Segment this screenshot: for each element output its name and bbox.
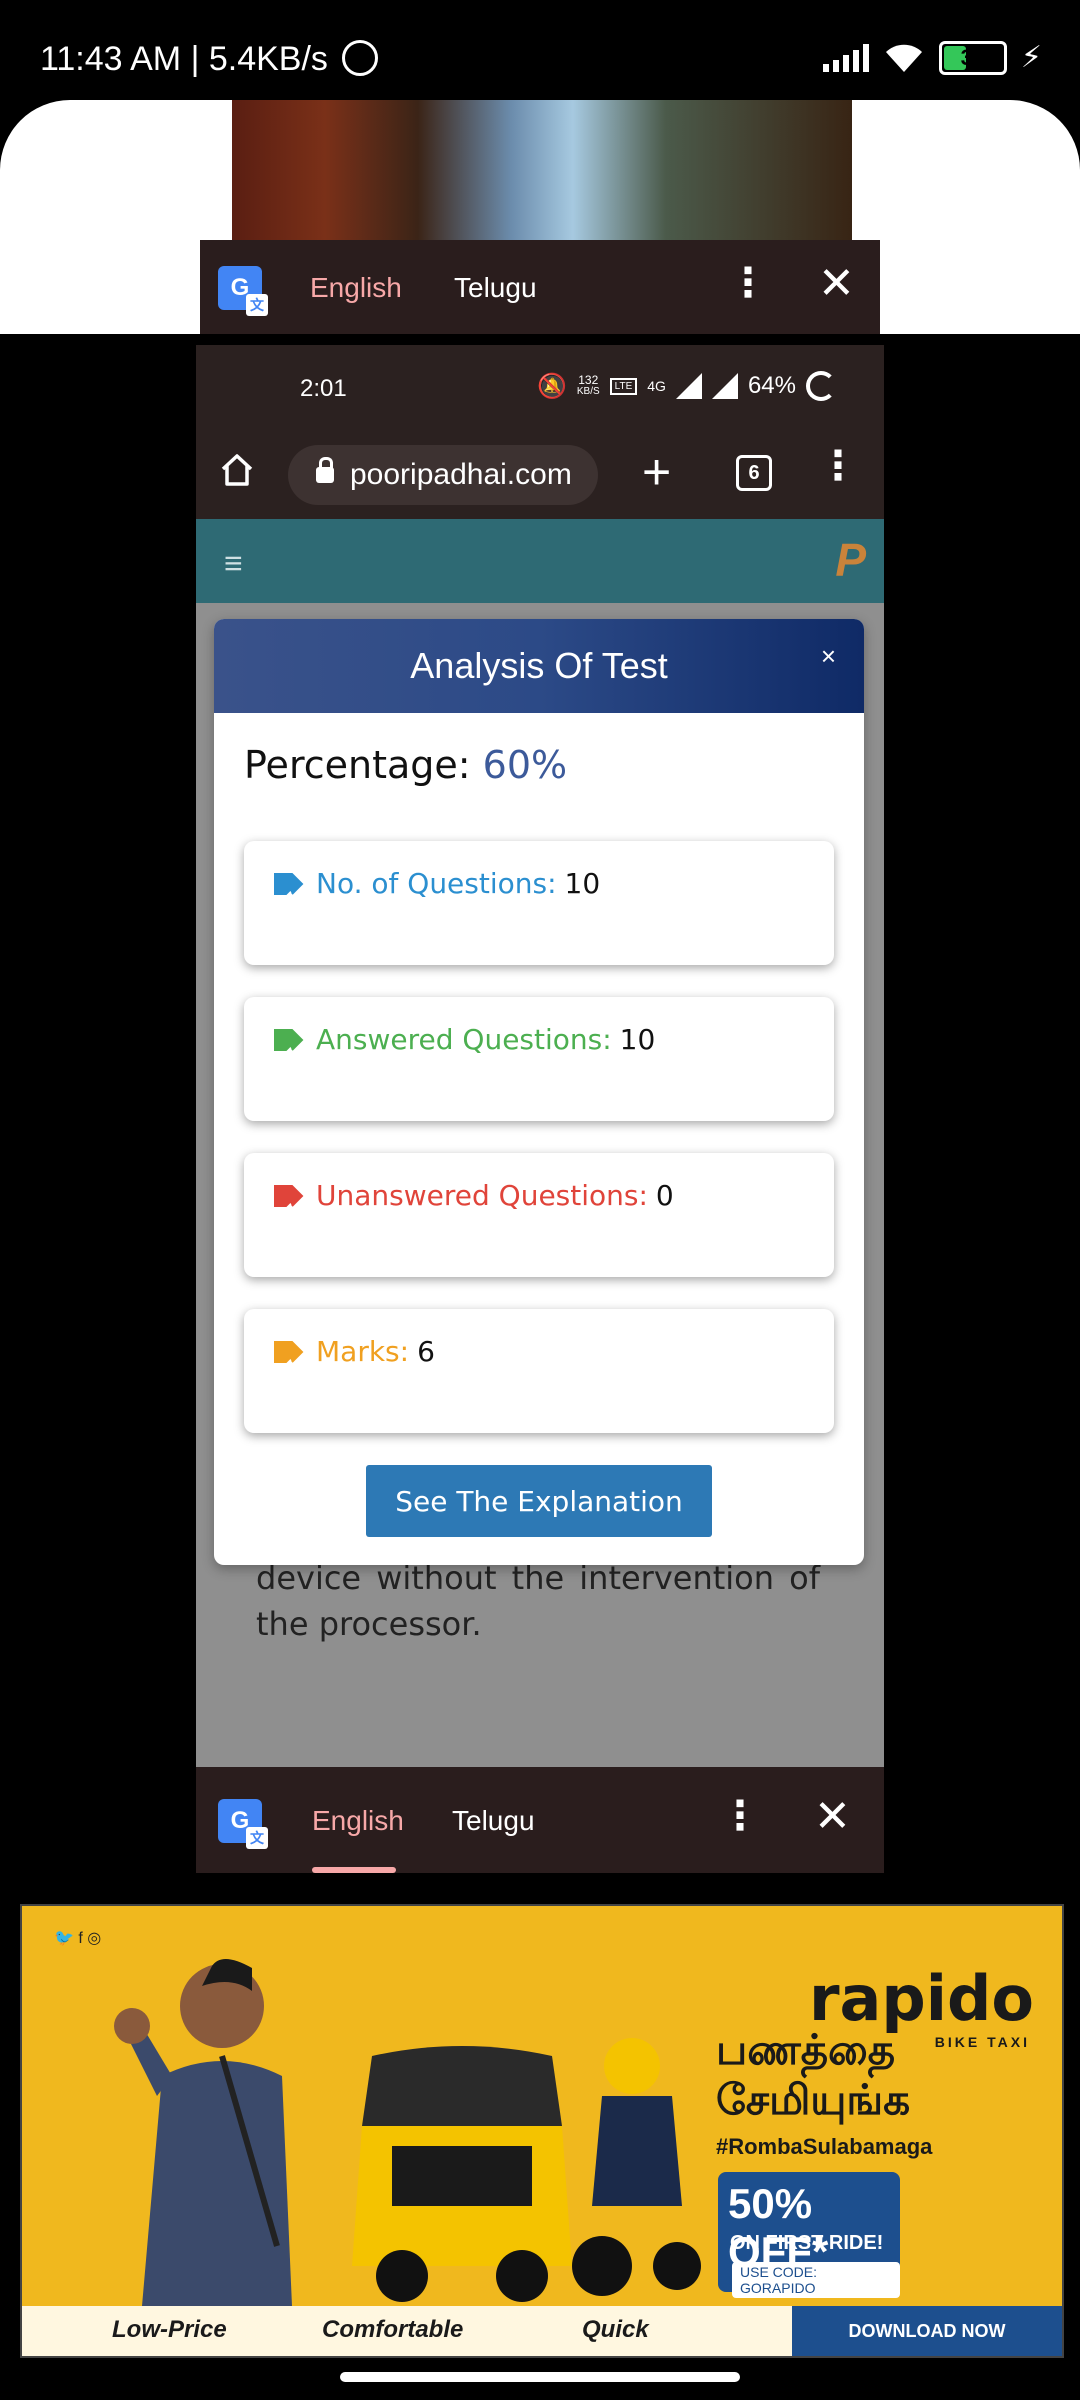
inner-status-bar: 2:01 🔕 132 KB/S LTE 4G 64%: [196, 345, 884, 425]
close-icon[interactable]: ✕: [814, 1791, 851, 1842]
percentage-value: 60%: [482, 743, 568, 787]
tags-icon: [274, 1028, 304, 1051]
stat-card-answered: Answered Questions: 10: [244, 997, 834, 1121]
ad-feature: Quick: [582, 2316, 649, 2343]
net-speed-value: 132: [578, 373, 599, 387]
home-gesture-bar[interactable]: [340, 2372, 740, 2382]
signal-icon: [711, 373, 738, 399]
tab-switcher-button[interactable]: 6: [736, 455, 772, 491]
new-tab-icon[interactable]: +: [642, 443, 671, 501]
ad-biker-illustration: [572, 2038, 701, 2296]
web-page: ≡ P between memory and the external devi…: [196, 519, 884, 1873]
ad-headline-1: பணத்தை: [716, 2026, 896, 2073]
signal-icon: [675, 373, 702, 399]
alarm-icon: [342, 40, 378, 76]
selected-tab-indicator: [312, 1867, 396, 1873]
translate-lang-english[interactable]: English: [310, 272, 402, 304]
modal-close-button[interactable]: ×: [821, 641, 836, 672]
hamburger-menu-icon[interactable]: ≡: [224, 545, 243, 582]
translate-lang-telugu[interactable]: Telugu: [454, 272, 537, 304]
close-icon[interactable]: ✕: [818, 258, 855, 309]
see-explanation-button[interactable]: See The Explanation: [366, 1465, 712, 1537]
inner-status-time: 2:01: [300, 375, 347, 402]
stat-card-unanswered: Unanswered Questions: 0: [244, 1153, 834, 1277]
signal-icon: [822, 43, 869, 72]
social-icons: 🐦 f ◎: [54, 1930, 102, 1947]
inner-battery-level: 64%: [747, 372, 796, 399]
tags-icon: [274, 1184, 304, 1207]
offer-text: ON FIRST RIDE!: [730, 2232, 884, 2254]
percentage-label: Percentage:: [244, 743, 471, 787]
stat-value: 10: [619, 1023, 656, 1056]
status-time: 11:43 AM | 5.4KB/s: [40, 40, 328, 78]
volte-icon: LTE: [609, 377, 638, 395]
ad-feature: Comfortable: [322, 2316, 464, 2343]
google-translate-icon: G文: [218, 1799, 268, 1849]
google-translate-icon: G文: [218, 266, 268, 316]
translate-bar-top: G文 English Telugu ⋮ ✕: [200, 240, 880, 336]
stat-value: 6: [417, 1335, 435, 1368]
inner-status-icons: 🔕 132 KB/S LTE 4G 64%: [537, 371, 836, 401]
offer-code: USE CODE: GORAPIDO: [732, 2262, 900, 2298]
tags-icon: [274, 1340, 304, 1363]
stat-value: 0: [655, 1179, 674, 1212]
url-bar[interactable]: pooripadhai.com: [288, 445, 598, 505]
inner-phone-screen: 2:01 🔕 132 KB/S LTE 4G 64% pooripadhai.c…: [196, 345, 884, 1873]
ad-brand-logo: rapido: [808, 1962, 1034, 2035]
site-header: ≡ P: [196, 519, 884, 603]
stat-label: Unanswered Questions:: [316, 1179, 648, 1212]
net-speed-unit: KB/S: [576, 386, 600, 397]
tags-icon: [274, 872, 304, 895]
stat-card-questions: No. of Questions: 10: [244, 841, 834, 965]
network-type: 4G: [647, 378, 666, 394]
stat-label: Answered Questions:: [316, 1023, 612, 1056]
stat-value: 10: [564, 867, 601, 900]
lock-icon: [316, 457, 334, 483]
ad-auto-illustration: [352, 2046, 572, 2302]
browser-toolbar: pooripadhai.com + 6 ⋮: [196, 425, 884, 519]
video-thumbnail[interactable]: [232, 100, 852, 240]
analysis-modal: Analysis Of Test × Percentage: 60% No. o…: [214, 619, 864, 1565]
ad-features-bar: Low-Price Comfortable Quick DOWNLOAD NOW: [22, 2306, 1062, 2356]
status-icons: 36 ⚡: [822, 40, 1042, 75]
battery-level: 36: [960, 44, 986, 70]
ad-person-illustration: [114, 1958, 292, 2306]
ad-brand-sub: BIKE TAXI: [934, 2034, 1030, 2050]
more-options-icon[interactable]: ⋮: [728, 260, 768, 306]
ad-feature: Low-Price: [112, 2316, 227, 2343]
ad-hashtag: #RombaSulabamaga: [716, 2134, 933, 2159]
wifi-icon: [885, 44, 922, 72]
download-now-label: DOWNLOAD NOW: [848, 2320, 1006, 2341]
stat-label: Marks:: [316, 1335, 410, 1368]
battery-icon: 36: [938, 40, 1007, 75]
ad-banner[interactable]: 🐦 f ◎ rapido BIKE TAXI பணத்தை சேமியுங்க …: [20, 1904, 1064, 2358]
translate-bar-bottom: G文 English Telugu ⋮ ✕: [196, 1767, 884, 1873]
stat-card-marks: Marks: 6: [244, 1309, 834, 1433]
charging-icon: ⚡: [1020, 41, 1042, 74]
site-logo[interactable]: P: [835, 533, 866, 587]
download-now-button[interactable]: DOWNLOAD NOW: [792, 2306, 1062, 2356]
translate-lang-telugu[interactable]: Telugu: [452, 1805, 535, 1837]
net-speed: 132 KB/S: [577, 374, 600, 398]
stat-label: No. of Questions:: [316, 867, 557, 900]
modal-header: Analysis Of Test ×: [214, 619, 864, 713]
divider: [0, 334, 1080, 344]
home-icon[interactable]: [220, 453, 254, 487]
percentage-row: Percentage: 60%: [244, 743, 567, 787]
battery-icon: [806, 371, 836, 401]
ad-headline-2: சேமியுங்க: [716, 2076, 911, 2123]
translate-lang-english[interactable]: English: [312, 1805, 404, 1837]
browser-menu-icon[interactable]: ⋮: [818, 443, 858, 489]
modal-title: Analysis Of Test: [410, 645, 668, 686]
mute-bell-icon: 🔕: [536, 372, 567, 400]
url-text: pooripadhai.com: [350, 458, 572, 491]
status-bar: 11:43 AM | 5.4KB/s 36 ⚡: [0, 0, 1080, 100]
ad-offer-box: 50% OFF* ON FIRST RIDE! USE CODE: GORAPI…: [718, 2172, 900, 2298]
more-options-icon[interactable]: ⋮: [720, 1793, 760, 1839]
